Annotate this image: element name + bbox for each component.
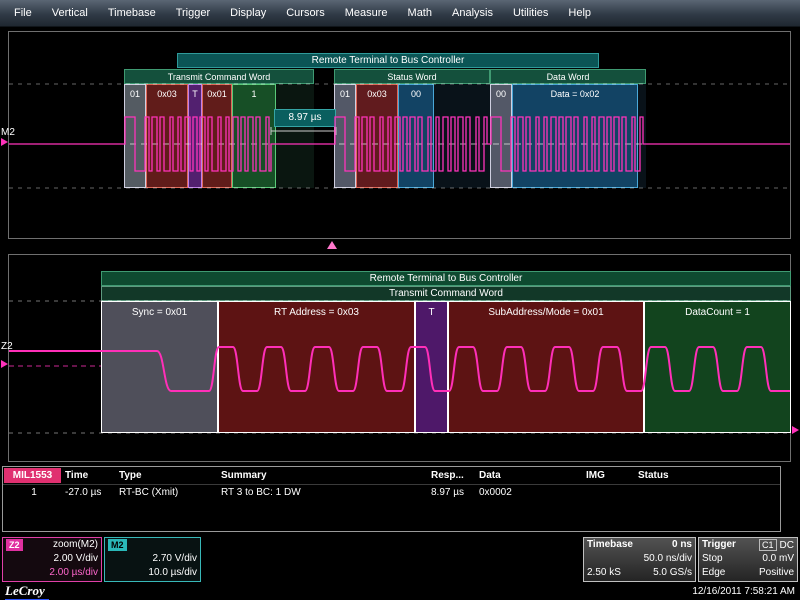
top-waveform-panel: Remote Terminal to Bus Controller Transm… [8,31,791,239]
m2-tdiv: 10.0 µs/div [148,566,197,580]
protocol-badge[interactable]: MIL1553 [4,468,61,483]
menu-help[interactable]: Help [558,7,601,19]
decode-field-data-count: DataCount = 1 [644,301,791,433]
col-type: Type [117,470,219,481]
menu-math[interactable]: Math [398,7,442,19]
col-img: IMG [584,470,636,481]
trigger-coupling: DC [780,540,794,551]
col-time: Time [63,470,117,481]
z2-title: zoom(M2) [53,538,98,552]
cell-index: 1 [3,487,63,498]
lecroy-logo: LeCroy [5,583,49,600]
menu-file[interactable]: File [4,7,42,19]
decode-field-data-count: 1 [232,84,276,188]
col-summary: Summary [219,470,429,481]
decode-field-sync: 01 [124,84,146,188]
menu-measure[interactable]: Measure [335,7,398,19]
trigger-slope: Positive [759,566,794,580]
trigger-position-marker[interactable] [327,241,337,249]
col-resp: Resp... [429,470,477,481]
decode-field-subaddress: 0x01 [202,84,232,188]
datetime-display: 12/16/2011 7:58:21 AM [692,586,795,597]
decode-group-title: Transmit Command Word [124,69,314,84]
decode-word-banner: Transmit Command Word [101,286,791,301]
m2-descriptor-box[interactable]: M2 2.70 V/div 10.0 µs/div [104,537,201,582]
col-data: Data [477,470,584,481]
menu-display[interactable]: Display [220,7,276,19]
trigger-mode: Stop [702,552,723,566]
decode-field-sync: 01 [334,84,356,188]
cell-summary: RT 3 to BC: 1 DW [219,487,429,498]
trigger-type: Edge [702,566,725,580]
decode-field-status: 00 [398,84,434,188]
z2-tdiv: 2.00 µs/div [49,566,98,580]
m2-chip: M2 [108,539,127,551]
decode-group-title: Status Word [334,69,490,84]
timebase-samples: 2.50 kS [587,566,621,580]
m2-trace-indicator-icon [1,138,8,146]
trigger-title: Trigger [702,538,736,552]
z2-chip: Z2 [6,539,23,551]
decode-field-rt-address: 0x03 [146,84,188,188]
col-status: Status [636,470,780,481]
menu-analysis[interactable]: Analysis [442,7,503,19]
timebase-rate: 5.0 GS/s [653,566,692,580]
trigger-source: C1 [759,539,777,551]
m2-channel-label: M2 [1,127,15,138]
decode-field-sync: Sync = 0x01 [101,301,218,433]
decode-field-sync: 00 [490,84,512,188]
decode-field-tr-bit: T [188,84,202,188]
cell-data: 0x0002 [477,487,584,498]
decode-field-rt-address: RT Address = 0x03 [218,301,415,433]
menu-cursors[interactable]: Cursors [276,7,335,19]
decode-field-subaddress: SubAddress/Mode = 0x01 [448,301,644,433]
menu-bar: File Vertical Timebase Trigger Display C… [0,0,800,27]
menu-trigger[interactable]: Trigger [166,7,220,19]
zoom-waveform-panel: Remote Terminal to Bus Controller Transm… [8,254,791,462]
decode-fields-row: 01 0x03 T 0x01 1 [124,84,314,188]
m2-vdiv: 2.70 V/div [153,552,197,566]
menu-vertical[interactable]: Vertical [42,7,98,19]
z2-trace-indicator-icon [1,360,8,368]
z2-vdiv: 2.00 V/div [54,552,98,566]
decode-fields-row: 01 0x03 00 [334,84,490,188]
decode-group-data-word: Data Word 00 Data = 0x02 [490,69,646,188]
decode-fields-row: 00 Data = 0x02 [490,84,646,188]
response-time-readout: 8.97 µs [274,109,336,127]
table-header-row: MIL1553 Time Type Summary Resp... Data I… [3,467,780,485]
table-row[interactable]: 1 -27.0 µs RT-BC (Xmit) RT 3 to BC: 1 DW… [3,485,780,500]
cell-resp: 8.97 µs [429,487,477,498]
menu-utilities[interactable]: Utilities [503,7,558,19]
decode-field-data: Data = 0x02 [512,84,638,188]
timebase-offset: 0 ns [672,538,692,552]
timebase-title: Timebase [587,538,633,552]
trigger-descriptor-box[interactable]: Trigger C1DC Stop 0.0 mV Edge Positive [698,537,798,582]
cell-type: RT-BC (Xmit) [117,487,219,498]
decode-result-table: MIL1553 Time Type Summary Resp... Data I… [2,466,781,532]
z2-channel-label: Z2 [1,341,13,352]
cell-time: -27.0 µs [63,487,117,498]
decode-group-title: Data Word [490,69,646,84]
menu-timebase[interactable]: Timebase [98,7,166,19]
trigger-level: 0.0 mV [762,552,794,566]
decode-field-tr-bit: T [415,301,448,433]
decode-message-banner: Remote Terminal to Bus Controller [101,271,791,286]
decode-continue-arrow-icon [792,426,799,434]
timebase-tdiv: 50.0 ns/div [644,552,692,566]
timebase-descriptor-box[interactable]: Timebase 0 ns 50.0 ns/div 2.50 kS 5.0 GS… [583,537,696,582]
decode-group-status-word: Status Word 01 0x03 00 [334,69,490,188]
decode-message-banner: Remote Terminal to Bus Controller [177,53,599,68]
decode-group-transmit-command-word: Transmit Command Word 01 0x03 T 0x01 1 [124,69,314,188]
decode-field-rt-address: 0x03 [356,84,398,188]
z2-descriptor-box[interactable]: Z2 zoom(M2) 2.00 V/div 2.00 µs/div [2,537,102,582]
